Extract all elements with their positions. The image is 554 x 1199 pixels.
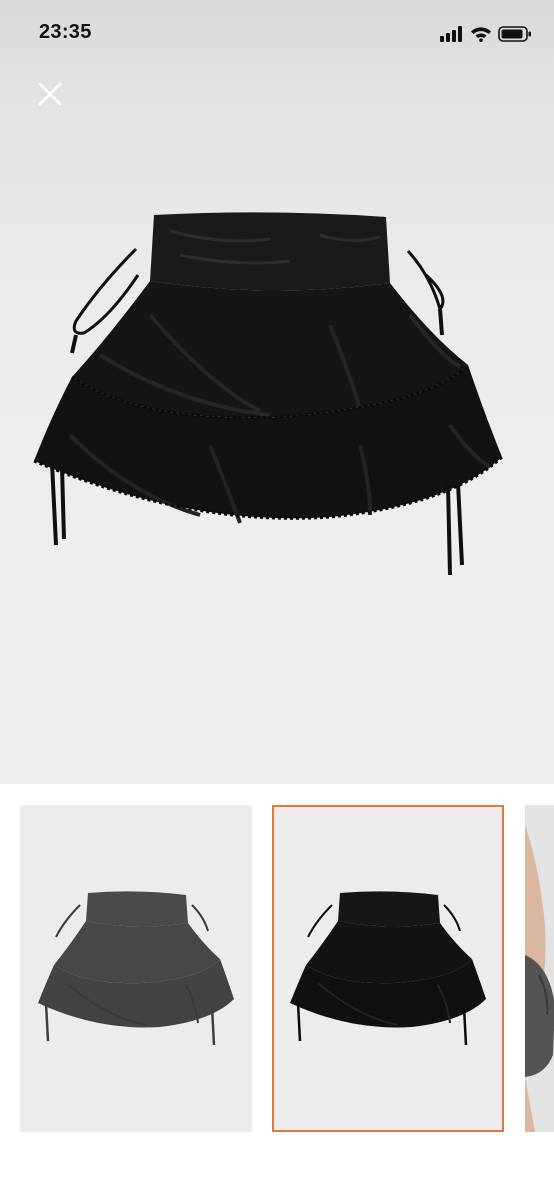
status-icons [440, 22, 532, 46]
close-icon [38, 82, 62, 106]
product-image-viewer: 23:35 [0, 0, 554, 1199]
main-product-image[interactable]: 23:35 [0, 0, 554, 784]
thumbnail-grey-skirt[interactable] [20, 805, 252, 1132]
skirt-image [33, 212, 504, 576]
signal-icon [440, 26, 462, 42]
thumbnail-strip [0, 784, 554, 1199]
wifi-icon [471, 27, 491, 42]
model-thumbnail-image [525, 805, 554, 1132]
status-bar: 23:35 [0, 0, 554, 66]
status-time: 23:35 [39, 21, 92, 43]
thumbnail-black-skirt[interactable] [272, 805, 504, 1132]
close-button[interactable] [30, 74, 70, 114]
skirt-thumbnail-image [38, 891, 234, 1046]
battery-icon [498, 26, 531, 42]
thumbnail-model-photo[interactable] [525, 805, 554, 1132]
skirt-thumbnail-image [290, 891, 486, 1046]
